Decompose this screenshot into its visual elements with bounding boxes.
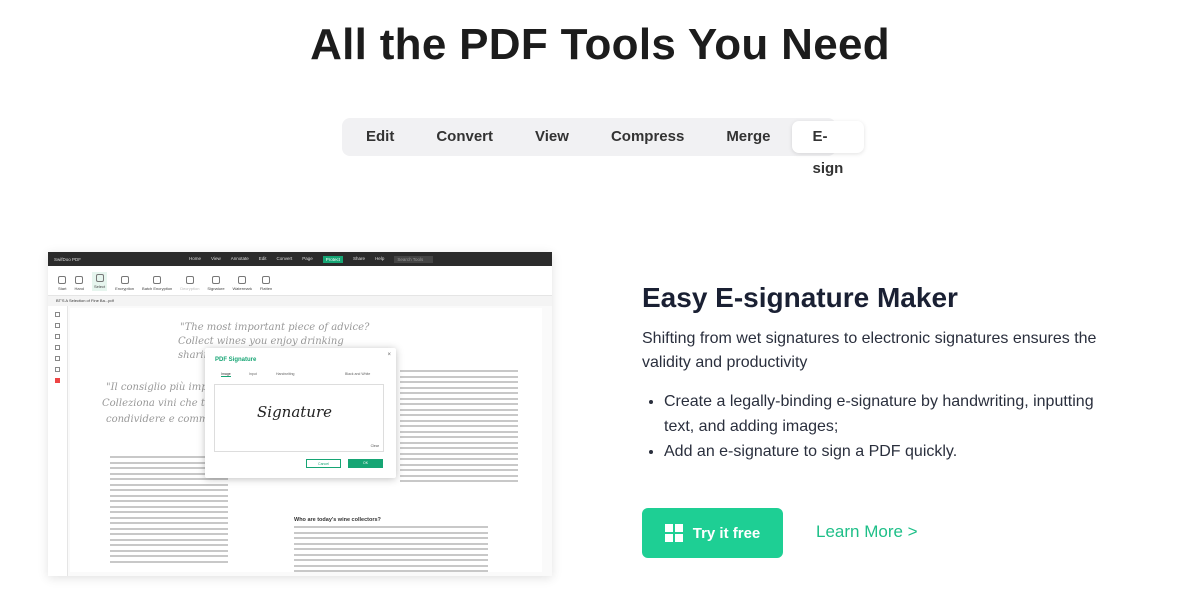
app-name: SwifDoo PDF [54, 256, 82, 262]
page-title: All the PDF Tools You Need [310, 20, 890, 69]
tab-e-sign[interactable]: E-sign [791, 121, 865, 177]
menu-item: View [211, 255, 221, 261]
ribbon-item: Decryption [180, 276, 199, 291]
app-titlebar: SwifDoo PDF Home View Annotate Edit Conv… [48, 252, 552, 266]
app-sidebar [48, 306, 68, 576]
ribbon-item: Hand [74, 276, 84, 291]
ribbon-item: Batch Encryption [142, 276, 172, 291]
menu-item-active: Protect [322, 255, 344, 263]
ribbon-item: Start [58, 276, 66, 291]
dialog-title: PDF Signature [215, 357, 257, 363]
try-it-free-button[interactable]: Try it free [642, 508, 783, 558]
menu-item: Edit [258, 255, 267, 261]
learn-more-link[interactable]: Learn More > [816, 522, 918, 542]
app-menu: Home View Annotate Edit Convert Page Pro… [189, 255, 434, 263]
app-search: Search Tools [394, 255, 434, 263]
menu-item: Help [375, 255, 385, 261]
app-ribbon: Start Hand Select Encryption Batch Encry… [48, 266, 552, 296]
dialog-tab-handwriting: Handwriting [276, 372, 295, 376]
try-label: Try it free [692, 524, 761, 542]
signature-canvas: Signature Clear [214, 384, 384, 452]
document-heading: Who are today's wine collectors? [294, 517, 381, 523]
ribbon-item: Signature [207, 276, 225, 291]
feature-list: Create a legally-binding e-signature by … [664, 389, 1094, 464]
menu-item: Home [189, 255, 202, 261]
ribbon-item: Encryption [115, 276, 134, 291]
app-screenshot: SwifDoo PDF Home View Annotate Edit Conv… [48, 252, 552, 576]
ribbon-item: Flatten [260, 276, 272, 291]
cancel-button: Cancel [306, 459, 341, 468]
tab-edit[interactable]: Edit [345, 121, 415, 153]
tool-tabs: Edit Convert View Compress Merge E-sign [342, 118, 865, 177]
signature-dialog: PDF Signature × Image Input Handwriting … [205, 348, 396, 478]
dialog-tab-input: Input [249, 372, 257, 376]
bw-toggle: Black and White [345, 372, 371, 376]
dialog-tab-image: Image [221, 372, 231, 377]
document-tab: BT'S A Selection of Fine Ba...pdf [48, 296, 552, 306]
tab-view[interactable]: View [514, 121, 590, 153]
menu-item: Page [302, 255, 313, 261]
ribbon-item: Watermark [233, 276, 252, 291]
menu-item: Share [353, 255, 366, 261]
close-icon: × [387, 352, 391, 358]
ribbon-item: Select [92, 272, 108, 291]
clear-button: Clear [370, 444, 379, 448]
feature-title: Easy E-signature Maker [642, 282, 958, 313]
feature-bullet: Create a legally-binding e-signature by … [664, 389, 1094, 439]
feature-description: Shifting from wet signatures to electron… [642, 330, 1097, 371]
tab-merge[interactable]: Merge [705, 121, 791, 153]
feature-bullet: Add an e-signature to sign a PDF quickly… [664, 439, 1094, 464]
windows-icon [664, 524, 683, 542]
tab-compress[interactable]: Compress [590, 121, 705, 153]
signature-text: Signature [257, 403, 333, 421]
menu-item: Convert [276, 255, 293, 261]
ok-button: OK [348, 459, 383, 468]
tab-convert[interactable]: Convert [415, 121, 514, 153]
menu-item: Annotate [230, 255, 249, 261]
